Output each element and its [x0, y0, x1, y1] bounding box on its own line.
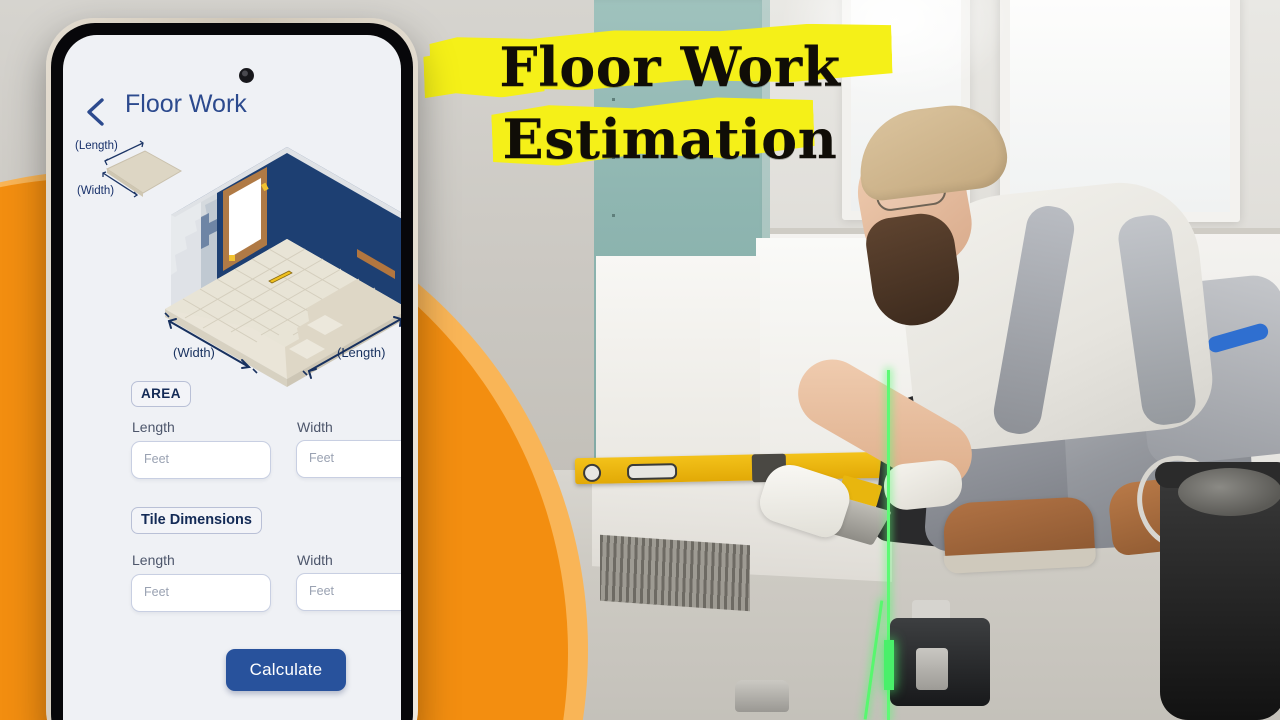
area-length-placeholder: Feet	[144, 452, 170, 466]
tile-length-field-label: Length	[132, 552, 175, 568]
photo-window-glow	[780, 0, 1010, 100]
photo-laser-level-plate	[916, 648, 948, 690]
area-length-input[interactable]: Feet	[131, 441, 271, 479]
tile-length-input[interactable]: Feet	[131, 574, 271, 612]
room-length-label: (Length)	[337, 345, 386, 360]
calculate-button[interactable]: Calculate	[226, 649, 346, 691]
tile-width-label: (Width)	[77, 185, 115, 197]
photo-adhesive-ridges	[600, 534, 750, 612]
poster-canvas: Floor Work Estimation Floor Work (Length…	[0, 0, 1280, 720]
tile-section-chip: Tile Dimensions	[131, 507, 262, 534]
tile-width-field-label: Width	[297, 552, 333, 568]
area-width-label: Width	[297, 419, 333, 435]
area-length-label: Length	[132, 419, 175, 435]
app-bar: Floor Work	[63, 90, 401, 139]
phone-mockup: Floor Work (Length) (Width) (Width) (Len…	[46, 18, 418, 720]
room-width-label: (Width)	[173, 345, 215, 360]
app-bar-title: Floor Work	[125, 90, 247, 118]
area-width-placeholder: Feet	[309, 451, 335, 465]
photo-floor-cap	[735, 680, 789, 712]
phone-screen: Floor Work (Length) (Width) (Width) (Len…	[63, 35, 401, 720]
area-width-input[interactable]: Feet	[296, 440, 401, 478]
tile-width-input[interactable]: Feet	[296, 573, 401, 611]
photo-bucket-mortar	[1178, 468, 1280, 516]
tile-length-placeholder: Feet	[144, 585, 170, 599]
back-button[interactable]	[81, 95, 111, 129]
tile-width-placeholder: Feet	[309, 584, 335, 598]
front-camera-icon	[239, 68, 254, 83]
chevron-left-icon	[87, 98, 104, 126]
photo-laser-emitter	[884, 640, 894, 690]
area-section-chip: AREA	[131, 381, 191, 407]
phone-bezel: Floor Work (Length) (Width) (Width) (Len…	[51, 23, 413, 720]
tile-length-label: (Length)	[75, 140, 118, 152]
room-diagram: (Width) (Length)	[157, 139, 401, 389]
